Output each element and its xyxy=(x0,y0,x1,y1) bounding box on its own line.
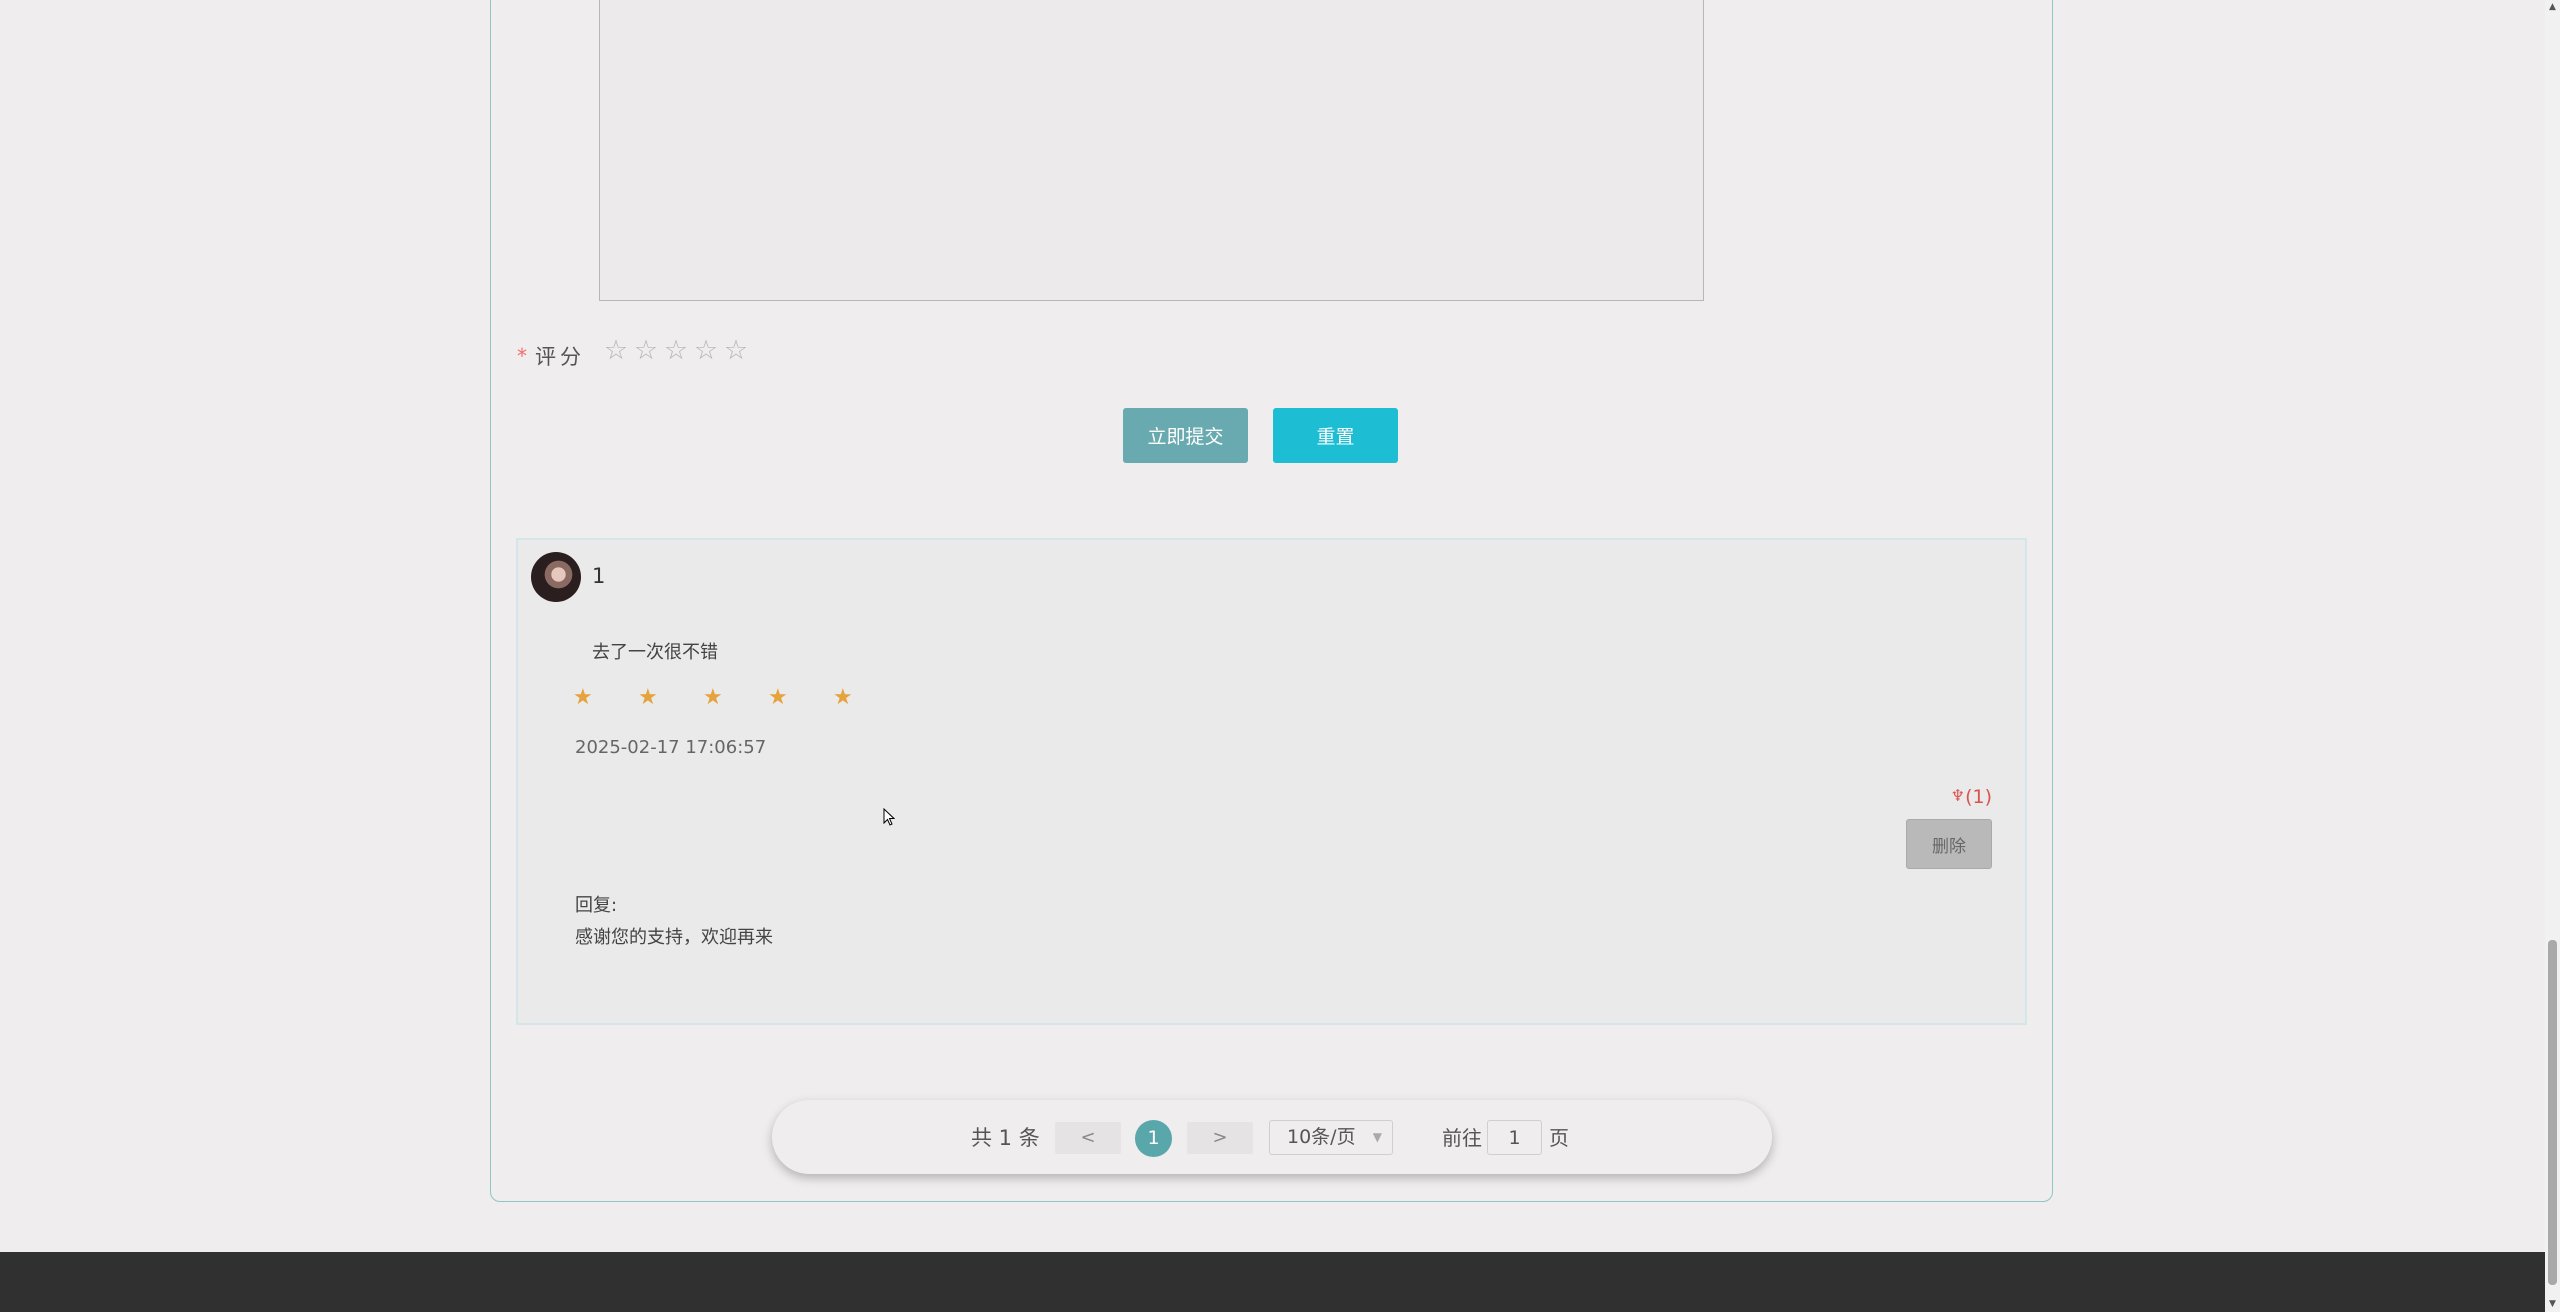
star-icon: ★ xyxy=(573,685,593,710)
rating-star-5[interactable]: ☆ xyxy=(721,336,751,366)
pagination: 共 1 条 < 1 > 10条/页 ▼ 前往 页 xyxy=(772,1100,1772,1174)
avatar xyxy=(531,552,581,602)
page-unit-label: 页 xyxy=(1549,1126,1569,1150)
page: * 评分 ☆ ☆ ☆ ☆ ☆ 立即提交 重置 1 去了一次很不错 ★ ★ ★ ★… xyxy=(0,0,2560,1312)
next-page-button[interactable]: > xyxy=(1187,1122,1253,1154)
review-card: * 评分 ☆ ☆ ☆ ☆ ☆ 立即提交 重置 1 去了一次很不错 ★ ★ ★ ★… xyxy=(490,0,2053,1202)
goto-page-input[interactable] xyxy=(1487,1120,1542,1155)
rating-input[interactable]: ☆ ☆ ☆ ☆ ☆ xyxy=(601,336,751,366)
goto-label: 前往 xyxy=(1442,1126,1482,1150)
star-icon: ★ xyxy=(833,685,853,710)
reply-label: 回复: xyxy=(575,895,618,916)
prev-page-button[interactable]: < xyxy=(1055,1122,1121,1154)
rating-star-2[interactable]: ☆ xyxy=(631,336,661,366)
comment-content: 去了一次很不错 xyxy=(592,642,718,663)
star-icon: ★ xyxy=(703,685,723,710)
comment-timestamp: 2025-02-17 17:06:57 xyxy=(575,737,767,758)
required-mark: * xyxy=(517,344,527,368)
delete-button[interactable]: 删除 xyxy=(1906,819,1992,869)
comment-rating: ★ ★ ★ ★ ★ xyxy=(573,685,898,711)
comment-textarea[interactable] xyxy=(599,0,1704,301)
page-number-current[interactable]: 1 xyxy=(1135,1120,1172,1157)
comment-username: 1 xyxy=(592,564,606,588)
page-size-value: 10条/页 xyxy=(1287,1126,1356,1148)
chevron-down-icon: ▼ xyxy=(1372,1130,1382,1144)
scroll-down-arrow-icon[interactable]: ▼ xyxy=(2545,1297,2560,1312)
star-icon: ★ xyxy=(768,685,788,710)
pagination-total: 共 1 条 xyxy=(971,1126,1040,1150)
star-icon: ★ xyxy=(638,685,658,710)
rating-label-row: * 评分 xyxy=(517,341,585,371)
comment-item: 1 去了一次很不错 ★ ★ ★ ★ ★ 2025-02-17 17:06:57 … xyxy=(516,538,2027,1025)
flower-like-icon[interactable]: ♆ xyxy=(1951,786,1965,805)
scrollbar-thumb[interactable] xyxy=(2548,940,2557,1285)
reset-button[interactable]: 重置 xyxy=(1273,408,1398,463)
rating-star-4[interactable]: ☆ xyxy=(691,336,721,366)
like-count: (1) xyxy=(1965,786,1992,808)
rating-star-3[interactable]: ☆ xyxy=(661,336,691,366)
footer xyxy=(0,1252,2545,1312)
reply-text: 感谢您的支持，欢迎再来 xyxy=(575,927,773,948)
vertical-scrollbar[interactable]: ▲ ▼ xyxy=(2545,0,2560,1312)
rating-star-1[interactable]: ☆ xyxy=(601,336,631,366)
page-size-select[interactable]: 10条/页 ▼ xyxy=(1269,1120,1393,1155)
rating-label: 评分 xyxy=(535,345,585,369)
submit-button[interactable]: 立即提交 xyxy=(1123,408,1248,463)
scroll-up-arrow-icon[interactable]: ▲ xyxy=(2545,0,2560,15)
mouse-pointer-icon xyxy=(883,808,895,826)
